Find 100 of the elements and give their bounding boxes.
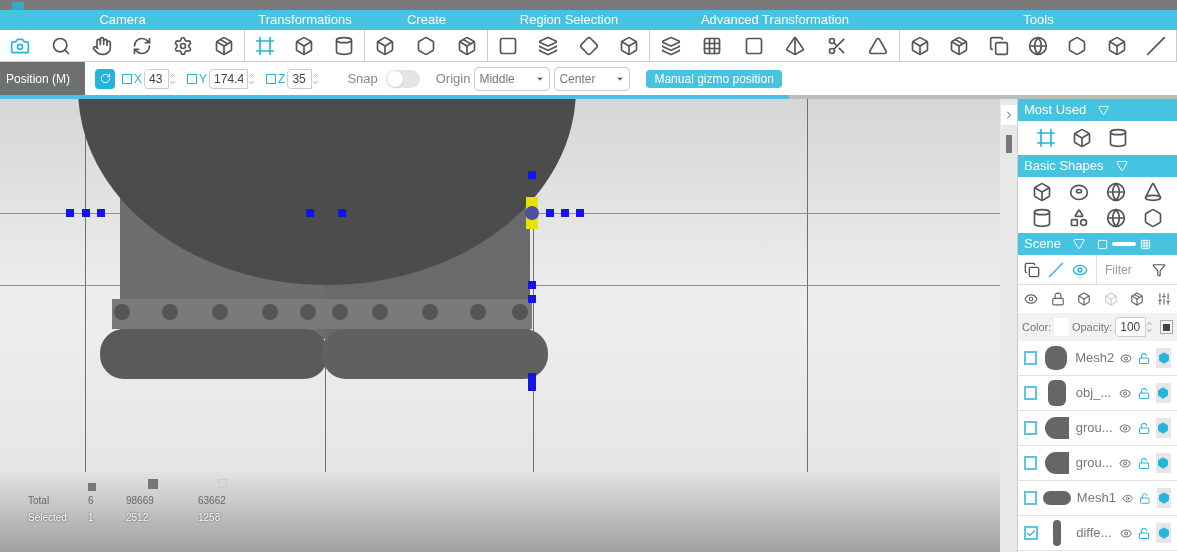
scene-object-row[interactable]: Mesh2 <box>1018 341 1177 376</box>
checkbox[interactable] <box>1024 421 1038 435</box>
stats-value: 2512 <box>126 511 150 525</box>
sliders-icon[interactable] <box>1156 292 1171 306</box>
cylinder-icon[interactable] <box>1032 208 1053 228</box>
hexagon-icon <box>1067 35 1088 56</box>
checkbox[interactable] <box>1024 351 1038 365</box>
collapse-button[interactable] <box>1000 105 1017 125</box>
object-name: grou... <box>1075 454 1114 473</box>
eye-icon[interactable] <box>1120 351 1133 365</box>
view-toggle-icon[interactable] <box>1096 238 1151 250</box>
cube-button[interactable] <box>1155 418 1171 438</box>
objects-icon[interactable] <box>1024 261 1040 278</box>
eye-icon[interactable] <box>1119 386 1132 400</box>
number-field[interactable]: 174.4 <box>209 68 249 89</box>
cube-icon <box>375 35 396 56</box>
axis-checkbox[interactable] <box>266 73 277 84</box>
square-icon <box>743 35 764 56</box>
checkbox[interactable] <box>1024 491 1037 505</box>
polyhedron-icon[interactable] <box>1142 208 1163 228</box>
lock-icon[interactable] <box>1050 292 1065 306</box>
filter-field[interactable]: Filter <box>1096 255 1148 284</box>
number-field[interactable]: 100 <box>1115 317 1147 337</box>
origin-select[interactable]: Center <box>554 66 631 91</box>
mode-label: Position (M) <box>0 62 85 95</box>
cube-icon[interactable] <box>1032 182 1053 202</box>
hexagon-icon <box>416 35 436 56</box>
object-name: grou... <box>1075 419 1114 438</box>
cube-button[interactable] <box>1155 453 1171 473</box>
checkbox[interactable] <box>1024 386 1038 400</box>
eye-icon[interactable] <box>1119 526 1132 540</box>
stats-value: 98669 <box>126 494 155 508</box>
checkbox[interactable] <box>1024 526 1038 540</box>
snap-toggle[interactable] <box>385 69 420 88</box>
cylinder-icon[interactable] <box>1108 128 1128 148</box>
cone-icon[interactable] <box>1142 182 1163 202</box>
scene-object-row[interactable]: grou... <box>1018 446 1177 481</box>
square-button[interactable] <box>1160 320 1173 334</box>
cube-icon <box>618 35 639 56</box>
scene-object-row[interactable]: grou... <box>1018 411 1177 446</box>
cube-button[interactable] <box>1156 488 1171 508</box>
unlock-icon[interactable] <box>1137 456 1150 470</box>
number-field[interactable]: 35 <box>287 68 313 89</box>
reset-icon <box>99 73 111 84</box>
unlock-icon[interactable] <box>1139 491 1151 505</box>
origin-select[interactable]: Middle <box>474 66 551 91</box>
package-icon <box>949 35 970 56</box>
toolbar-section-title: Tools <box>1022 11 1055 30</box>
axis-checkbox[interactable] <box>187 73 197 84</box>
object-name: diffe... <box>1076 524 1113 543</box>
reset-button[interactable] <box>95 68 115 89</box>
eye-icon[interactable] <box>1119 456 1132 470</box>
unlock-icon[interactable] <box>1138 351 1151 365</box>
axis-checkbox[interactable] <box>122 73 132 84</box>
unlock-icon[interactable] <box>1137 386 1150 400</box>
hand-icon <box>91 35 112 56</box>
object-name: Mesh1 <box>1076 489 1116 508</box>
toolbar-section-title: Create <box>406 11 447 30</box>
stats-value: 1258 <box>198 511 222 525</box>
layers-icon <box>538 35 559 56</box>
eye-icon[interactable] <box>1119 421 1132 435</box>
toolbar-section-title: Region Selection <box>518 11 620 30</box>
square-icon <box>498 35 519 56</box>
cube-icon[interactable] <box>1072 128 1092 148</box>
cylinder-icon <box>334 35 355 56</box>
scene-object-row[interactable]: Mesh1 <box>1018 481 1177 516</box>
axis-label: Y <box>199 70 208 88</box>
snap-label: Snap <box>347 69 378 88</box>
check-icon <box>1026 527 1036 539</box>
eye-icon[interactable] <box>1024 292 1038 306</box>
cube-button[interactable] <box>1156 523 1171 543</box>
grid-icon <box>702 35 723 56</box>
unlock-icon[interactable] <box>1137 421 1150 435</box>
unlock-icon[interactable] <box>1137 526 1150 540</box>
opacity-label: Opacity: <box>1071 319 1113 335</box>
collapse-triangle-icon[interactable] <box>1115 160 1128 172</box>
stats-label: Selected <box>28 511 68 525</box>
sphere-icon[interactable] <box>1105 208 1126 228</box>
scene-object-row[interactable]: obj_... <box>1018 376 1177 411</box>
scene-object-row[interactable]: diffe... <box>1018 516 1177 551</box>
scrollbar-thumb[interactable] <box>1005 135 1012 153</box>
cube-icon <box>909 35 930 56</box>
number-field[interactable]: 43 <box>144 68 169 89</box>
collapse-triangle-icon[interactable] <box>1072 238 1085 250</box>
diamond-icon <box>578 35 599 56</box>
torus-icon[interactable] <box>1069 182 1090 202</box>
cube-button[interactable] <box>1156 348 1171 368</box>
cube-button[interactable] <box>1155 383 1171 403</box>
rotate-icon <box>132 35 153 56</box>
slash-icon <box>1146 35 1167 56</box>
copy-icon <box>988 35 1009 56</box>
logo-icon <box>12 2 24 10</box>
sphere-icon[interactable] <box>1105 182 1126 202</box>
settings-icon <box>172 35 193 56</box>
checkbox[interactable] <box>1024 456 1038 470</box>
toolbar-section-title: Camera <box>98 11 147 30</box>
package-icon[interactable] <box>1130 292 1145 306</box>
filter-icon[interactable] <box>1152 262 1166 277</box>
scissors-icon <box>826 35 847 56</box>
cube-icon[interactable] <box>1077 292 1092 306</box>
